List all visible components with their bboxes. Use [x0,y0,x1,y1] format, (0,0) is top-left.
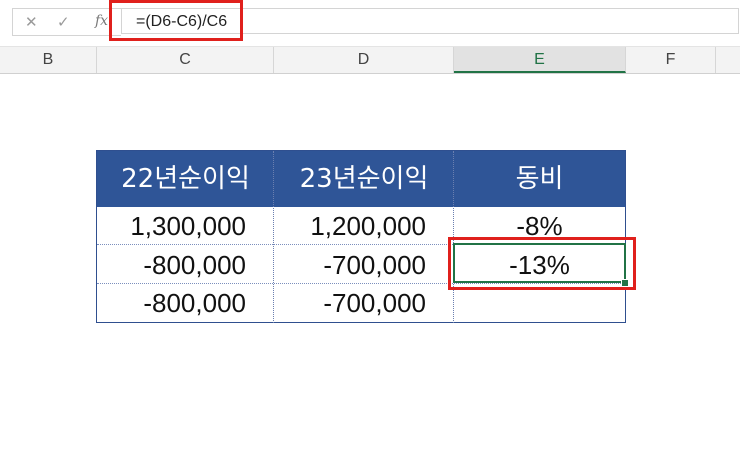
formula-bar: ✕ ✓ fx =(D6-C6)/C6 [0,0,740,46]
active-cell-selection[interactable] [453,243,626,283]
header-cell-c5[interactable]: 22년순이익 [97,151,274,207]
column-header-f[interactable]: F [626,47,716,73]
cell-d7[interactable]: -700,000 [274,246,454,284]
cell-c6[interactable]: 1,300,000 [97,207,274,245]
header-cell-d5[interactable]: 23년순이익 [274,151,454,207]
cancel-icon[interactable]: ✕ [25,13,38,31]
column-header-b[interactable]: B [0,47,97,73]
cell-d8[interactable]: -700,000 [274,284,454,322]
formula-bar-buttons: ✕ ✓ fx [12,8,121,36]
header-cell-e5[interactable]: 동비 [454,151,625,207]
column-header-c[interactable]: C [97,47,274,73]
data-table: 22년순이익 23년순이익 동비 1,300,000 1,200,000 -8%… [96,150,626,323]
formula-input[interactable]: =(D6-C6)/C6 [121,8,739,34]
cell-e6[interactable]: -8% [454,207,625,245]
column-header-d[interactable]: D [274,47,454,73]
column-headers: B C D E F [0,46,740,74]
fill-handle[interactable] [621,279,629,287]
cell-c7[interactable]: -800,000 [97,246,274,284]
column-header-e[interactable]: E [454,47,626,73]
enter-icon[interactable]: ✓ [57,13,70,31]
cell-c8[interactable]: -800,000 [97,284,274,322]
insert-function-icon[interactable]: fx [95,13,108,29]
cell-d6[interactable]: 1,200,000 [274,207,454,245]
cell-e8[interactable] [454,284,625,322]
